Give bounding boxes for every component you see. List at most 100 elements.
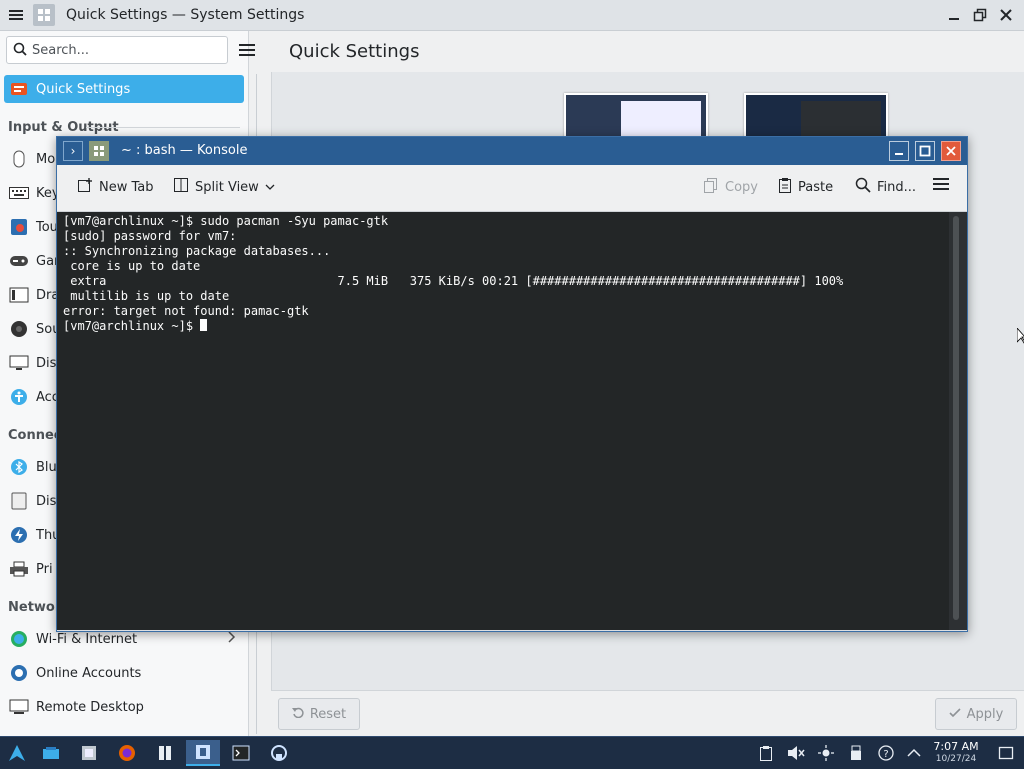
reset-label: Reset (309, 706, 347, 722)
new-tab-button[interactable]: New Tab (77, 177, 154, 197)
dolphin-file-manager-icon[interactable] (148, 740, 182, 766)
page-title: Quick Settings (289, 41, 420, 62)
apply-button[interactable]: Apply (935, 698, 1017, 730)
sidebar-item-label: Remote Desktop (36, 699, 144, 715)
sidebar-item-remote-desktop[interactable]: Remote Desktop (4, 693, 244, 721)
terminal-line: [sudo] password for vm7: (63, 229, 237, 243)
find-label: Find... (877, 179, 917, 195)
sidebar-item-label: Mo (36, 151, 56, 167)
konsole-title: ~ : bash — Konsole (121, 143, 248, 158)
chevron-down-icon (265, 180, 275, 195)
terminal-line: [vm7@archlinux ~]$ sudo pacman -Syu pama… (63, 214, 389, 228)
sidebar-item-label: Wi-Fi & Internet (36, 631, 138, 647)
terminal-line: multilib is up to date (63, 289, 230, 303)
konsole-app-icon (89, 141, 109, 161)
show-desktop-icon[interactable] (34, 740, 68, 766)
restore-icon[interactable] (969, 4, 991, 26)
category-divider (86, 127, 240, 128)
display-icon (8, 353, 30, 373)
terminal-line: extra 7.5 MiB 375 KiB/s 00:21 [#########… (63, 274, 844, 288)
hamburger-menu-icon[interactable] (238, 42, 256, 62)
chevron-right-icon (228, 631, 236, 647)
konsole-menu-icon[interactable]: › (63, 141, 83, 161)
split-view-label: Split View (195, 179, 259, 195)
theme-preview-dark[interactable] (744, 93, 888, 142)
brightness-icon[interactable] (816, 743, 836, 763)
sidebar-item-label: Online Accounts (36, 665, 142, 681)
svg-text:?: ? (883, 749, 888, 760)
clock-time: 7:07 AM (933, 740, 979, 753)
mouse-icon (8, 149, 30, 169)
konsole-minimize-icon[interactable] (889, 141, 909, 161)
system-settings-task-icon[interactable] (72, 740, 106, 766)
sidebar-item-label: Tou (36, 219, 58, 235)
theme-preview-light[interactable] (564, 93, 708, 142)
online-accounts-icon (8, 663, 30, 683)
konsole-titlebar: › ~ : bash — Konsole (57, 137, 967, 165)
category-connected-devices: Connec (8, 428, 62, 443)
terminal-output[interactable]: [vm7@archlinux ~]$ sudo pacman -Syu pama… (57, 212, 949, 630)
sidebar-item-label: Pri (36, 561, 53, 577)
mouse-cursor-icon (1016, 326, 1024, 348)
terminal-line: core is up to date (63, 259, 201, 273)
konsole-hamburger-menu-icon[interactable] (932, 177, 950, 191)
paste-label: Paste (798, 179, 834, 195)
quick-settings-icon (8, 79, 30, 99)
chevron-up-icon[interactable] (904, 743, 924, 763)
notifications-icon[interactable] (996, 743, 1016, 763)
footer-bar: Reset Apply (271, 690, 1024, 737)
new-tab-icon (77, 177, 93, 197)
keyboard-icon (8, 183, 30, 203)
konsole-maximize-icon[interactable] (915, 141, 935, 161)
thunderbolt-icon (8, 525, 30, 545)
printer-icon (8, 559, 30, 579)
find-button[interactable]: Find... (855, 177, 916, 197)
terminal-prompt: [vm7@archlinux ~]$ (63, 319, 201, 333)
sidebar-item-label: Dis (36, 355, 57, 371)
volume-muted-icon[interactable] (786, 743, 806, 763)
sidebar-item-online-accounts[interactable]: Online Accounts (4, 659, 244, 687)
scrollbar-thumb[interactable] (953, 216, 959, 620)
clock[interactable]: 7:07 AM 10/27/24 (930, 740, 982, 766)
copy-icon (703, 177, 719, 197)
search-icon (855, 177, 871, 197)
help-icon[interactable]: ? (876, 743, 896, 763)
copy-label: Copy (725, 179, 758, 195)
sidebar-item-label: Dis (36, 493, 57, 509)
split-view-button[interactable]: Split View (173, 177, 275, 197)
removable-device-icon[interactable] (846, 743, 866, 763)
disks-icon (8, 491, 30, 511)
drawing-tablet-icon (8, 285, 30, 305)
copy-button[interactable]: Copy (703, 177, 758, 197)
terminal-scrollbar[interactable] (949, 212, 967, 630)
clipboard-icon[interactable] (756, 743, 776, 763)
sidebar-item-label: Quick Settings (36, 81, 131, 97)
search-icon (13, 42, 27, 60)
system-settings-active-task-icon[interactable] (186, 740, 220, 766)
discover-icon[interactable] (262, 740, 296, 766)
reset-button[interactable]: Reset (278, 698, 360, 730)
window-menu-icon[interactable] (5, 4, 27, 26)
minimize-icon[interactable] (943, 4, 965, 26)
konsole-close-icon[interactable] (941, 141, 961, 161)
paste-icon (778, 177, 792, 197)
sidebar-item-quick-settings[interactable]: Quick Settings (4, 75, 244, 103)
checkmark-icon (949, 707, 961, 722)
wifi-icon (8, 629, 30, 649)
window-title: Quick Settings — System Settings (66, 7, 305, 23)
touchscreen-icon (8, 217, 30, 237)
clock-date: 10/27/24 (935, 754, 977, 764)
remote-desktop-icon (8, 697, 30, 717)
accessibility-icon (8, 387, 30, 407)
konsole-task-icon[interactable] (224, 740, 258, 766)
terminal-line: error: target not found: pamac-gtk (63, 304, 309, 318)
firefox-icon[interactable] (110, 740, 144, 766)
close-icon[interactable] (995, 4, 1017, 26)
reset-icon (291, 706, 304, 722)
split-view-icon (173, 177, 189, 197)
paste-button[interactable]: Paste (778, 177, 833, 197)
application-launcher-icon[interactable] (0, 740, 34, 766)
search-input[interactable]: Search... (6, 36, 228, 64)
terminal-cursor (200, 319, 208, 331)
new-tab-label: New Tab (99, 179, 154, 195)
